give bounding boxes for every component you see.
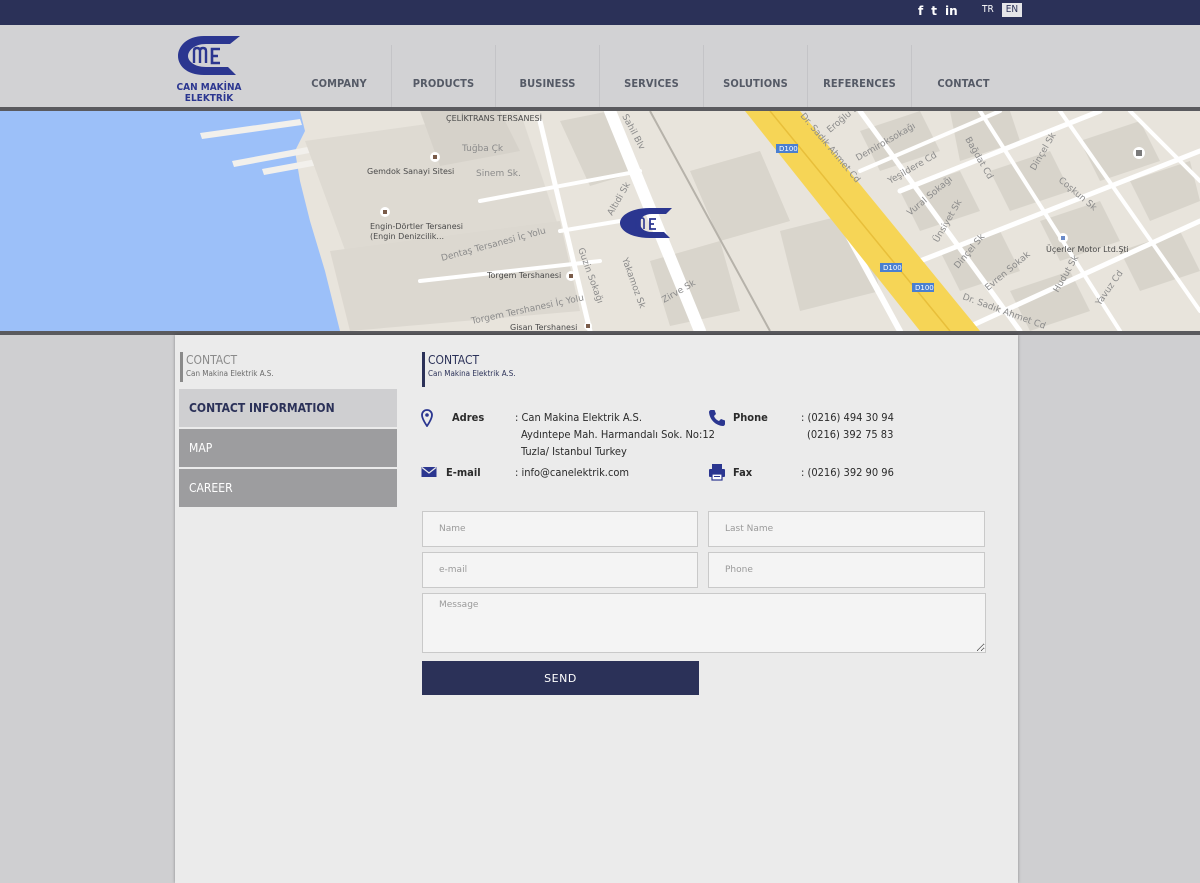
sidebar-subtitle: Can Makina Elektrik A.S. — [186, 369, 274, 378]
nav-products[interactable]: PRODUCTS — [391, 45, 495, 107]
top-bar: f t in TR EN — [0, 0, 1200, 25]
message-textarea[interactable] — [422, 593, 986, 653]
road-shield: D100 — [915, 284, 934, 292]
nav-company-profile[interactable]: COMPANY PROFILE — [287, 45, 391, 168]
phone-line: (0216) 392 75 83 — [807, 428, 894, 441]
map-graphic: ÇELİKTRANS TERSANESİ Tuğba Çk Gemdok San… — [0, 111, 1200, 331]
site-header: CAN MAKİNA ELEKTRİK COMPANY PROFILE PROD… — [0, 25, 1200, 168]
map-label: Gemdok Sanayi Sitesi — [367, 167, 454, 176]
email-value[interactable]: : info@canelektrik.com — [515, 464, 629, 481]
facebook-icon[interactable]: f — [918, 4, 923, 18]
last-name-input[interactable] — [708, 511, 985, 547]
nav-services[interactable]: SERVICES — [599, 45, 703, 107]
sidebar-item-map[interactable]: MAP — [179, 429, 397, 467]
location-map[interactable]: ÇELİKTRANS TERSANESİ Tuğba Çk Gemdok San… — [0, 111, 1200, 331]
send-button[interactable]: SEND — [422, 661, 699, 695]
phone-icon — [709, 410, 725, 426]
mail-icon — [421, 467, 437, 477]
twitter-icon[interactable]: t — [931, 4, 937, 18]
sidebar-menu: CONTACT INFORMATION MAP CAREER — [179, 389, 397, 509]
address-line: Aydıntepe Mah. Harmandalı Sok. No:12 — [521, 428, 715, 441]
email-input[interactable] — [422, 552, 698, 588]
fax-label: Fax — [733, 466, 753, 479]
main-heading: CONTACT Can Makina Elektrik A.S. — [422, 352, 516, 387]
map-label: Sinem Sk. — [476, 169, 521, 179]
map-label: Torgem Tershanesi — [486, 271, 561, 280]
address-line: Tuzla/ Istanbul Turkey — [521, 445, 627, 458]
sidebar-title: CONTACT — [186, 353, 238, 367]
map-label: Engin-Dörtler Tersanesi — [370, 222, 463, 231]
sidebar-item-career[interactable]: CAREER — [179, 469, 397, 507]
language-en[interactable]: EN — [1001, 3, 1023, 17]
phone-line: : (0216) 494 30 94 — [801, 411, 894, 424]
language-switcher: TR EN — [978, 3, 1023, 17]
map-label: (Engin Denizcilik... — [370, 232, 444, 241]
road-shield: D100 — [883, 264, 902, 272]
nav-solutions[interactable]: SOLUTIONS — [703, 45, 807, 107]
address-value: : Can Makina Elektrik A.S. Aydıntepe Mah… — [515, 409, 715, 460]
nav-business-partners[interactable]: BUSINESS PARTNERS — [495, 45, 599, 168]
address-line: : Can Makina Elektrik A.S. — [515, 411, 642, 424]
linkedin-icon[interactable]: in — [945, 4, 958, 18]
map-label: ÇELİKTRANS TERSANESİ — [446, 113, 542, 123]
sidebar-heading: CONTACT Can Makina Elektrik A.S. — [180, 352, 274, 382]
nav-references[interactable]: REFERENCES — [807, 45, 911, 107]
sidebar-item-contact-information[interactable]: CONTACT INFORMATION — [179, 389, 397, 427]
location-pin-icon — [421, 409, 433, 427]
nav-contact[interactable]: CONTACT — [911, 45, 1015, 107]
address-label: Adres — [452, 411, 485, 424]
road-shield: D100 — [779, 145, 798, 153]
language-tr[interactable]: TR — [978, 3, 998, 17]
name-input[interactable] — [422, 511, 698, 547]
fax-icon — [709, 464, 725, 481]
phone-input[interactable] — [708, 552, 985, 588]
logo-line-2: ELEKTRİK — [184, 93, 234, 104]
map-label: Üçerler Motor Ltd.Şti — [1046, 244, 1129, 254]
logo-line-1: CAN MAKİNA — [176, 82, 242, 93]
map-label: Gisan Tershanesi — [510, 323, 577, 331]
social-links: f t in — [918, 4, 958, 18]
logo-text: CAN MAKİNA ELEKTRİK — [170, 82, 248, 104]
phone-label: Phone — [733, 411, 768, 424]
page-title: CONTACT — [428, 353, 480, 367]
page-subtitle: Can Makina Elektrik A.S. — [428, 369, 516, 378]
fax-value: : (0216) 392 90 96 — [801, 466, 894, 479]
main-nav: COMPANY PROFILE PRODUCTS BUSINESS PARTNE… — [287, 45, 1015, 168]
email-label: E-mail — [446, 466, 481, 479]
phone-value: : (0216) 494 30 94 (0216) 392 75 83 — [801, 409, 894, 443]
map-label: Tuğba Çk — [461, 144, 504, 154]
